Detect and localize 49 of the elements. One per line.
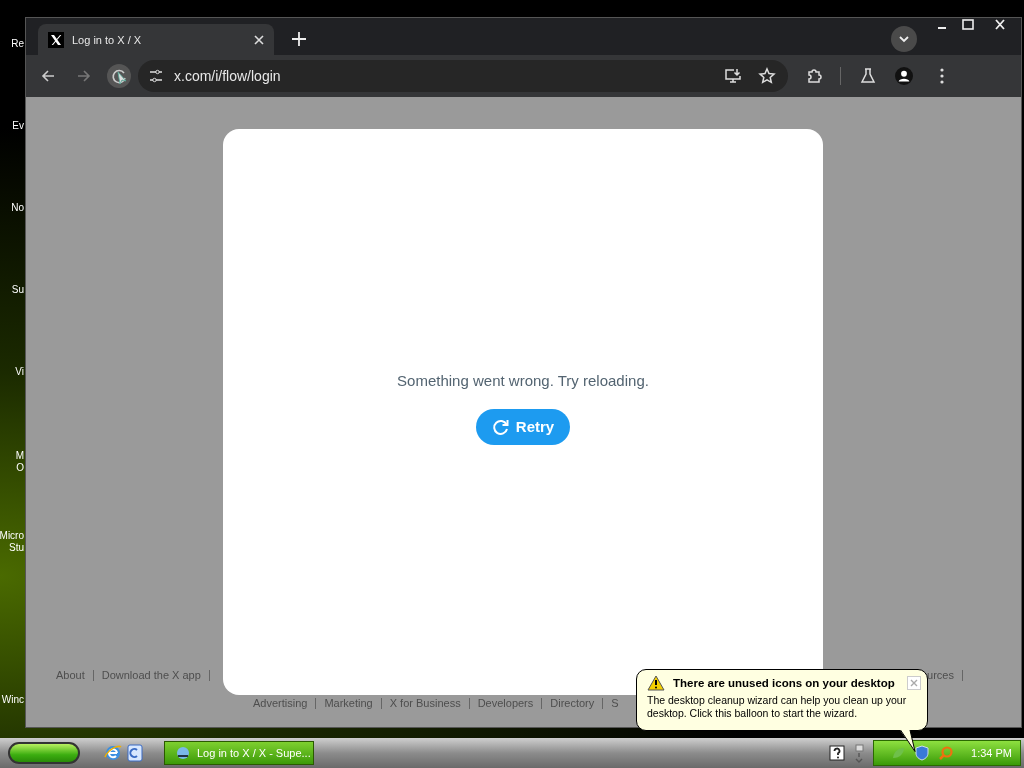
desktop-icon-label[interactable]: No: [0, 202, 24, 214]
address-bar[interactable]: x.com/i/flow/login: [138, 60, 788, 92]
profile-icon[interactable]: [895, 67, 913, 85]
balloon-title: There are unused icons on your desktop: [673, 677, 896, 689]
install-app-icon[interactable]: [724, 67, 742, 85]
close-icon[interactable]: [254, 34, 264, 45]
chevron-down-icon[interactable]: [891, 26, 917, 52]
network-icon[interactable]: [853, 743, 865, 763]
new-tab-icon[interactable]: [292, 32, 306, 46]
start-button[interactable]: [8, 742, 80, 764]
forward-arrow-icon[interactable]: [76, 68, 92, 84]
warning-icon: [647, 675, 665, 691]
desktop-icon-label[interactable]: Ev: [0, 120, 24, 132]
footer-link[interactable]: urces: [927, 669, 954, 681]
footer-link[interactable]: Advertising: [253, 697, 308, 709]
help-icon[interactable]: [829, 745, 845, 761]
document-icon[interactable]: [126, 744, 144, 762]
clock[interactable]: 1:34 PM: [971, 747, 1012, 759]
desktop-icon-label[interactable]: Su: [0, 284, 24, 296]
desktop-icon-label[interactable]: M O: [0, 450, 24, 474]
footer-link[interactable]: Directory: [550, 697, 595, 709]
site-settings-icon[interactable]: [148, 68, 164, 84]
star-icon[interactable]: [758, 67, 776, 85]
notification-balloon[interactable]: There are unused icons on your desktop The desktop cleanup wizard can help you clean up your desktop. Click this balloon to start the wizard.: [636, 669, 928, 731]
browser-tab[interactable]: Log in to X / X: [38, 24, 274, 55]
desktop-icon-label[interactable]: Micro Stu: [0, 530, 24, 554]
taskbar-button[interactable]: Log in to X / X - Supe...: [164, 741, 314, 765]
desktop-icon-label[interactable]: Winc: [0, 694, 24, 706]
retry-button[interactable]: Retry: [475, 408, 571, 445]
footer-link[interactable]: About: [56, 669, 85, 681]
footer-link[interactable]: X for Business: [389, 697, 461, 709]
reload-icon[interactable]: [106, 63, 132, 89]
back-arrow-icon[interactable]: [40, 68, 56, 84]
balloon-message: The desktop cleanup wizard can help you clean up your desktop. Click this balloon to start the wizard.: [647, 694, 908, 720]
x-logo-icon: [48, 31, 64, 48]
footer-link[interactable]: S: [611, 697, 619, 709]
desktop-icon-label[interactable]: Re: [0, 38, 24, 50]
flask-icon[interactable]: [859, 67, 877, 85]
footer-link[interactable]: Download the X app: [101, 669, 201, 681]
footer-link[interactable]: Marketing: [324, 697, 373, 709]
desktop-icon-label[interactable]: Vi: [0, 366, 24, 378]
footer-link[interactable]: Developers: [477, 697, 534, 709]
globe-icon: [175, 745, 191, 761]
browser-e-icon[interactable]: [104, 744, 122, 762]
shield-icon[interactable]: [914, 745, 930, 761]
reload-icon: [491, 417, 510, 436]
extensions-icon[interactable]: [806, 67, 824, 85]
menu-icon[interactable]: [939, 67, 945, 85]
error-message: Something went wrong. Try reloading.: [397, 371, 649, 389]
